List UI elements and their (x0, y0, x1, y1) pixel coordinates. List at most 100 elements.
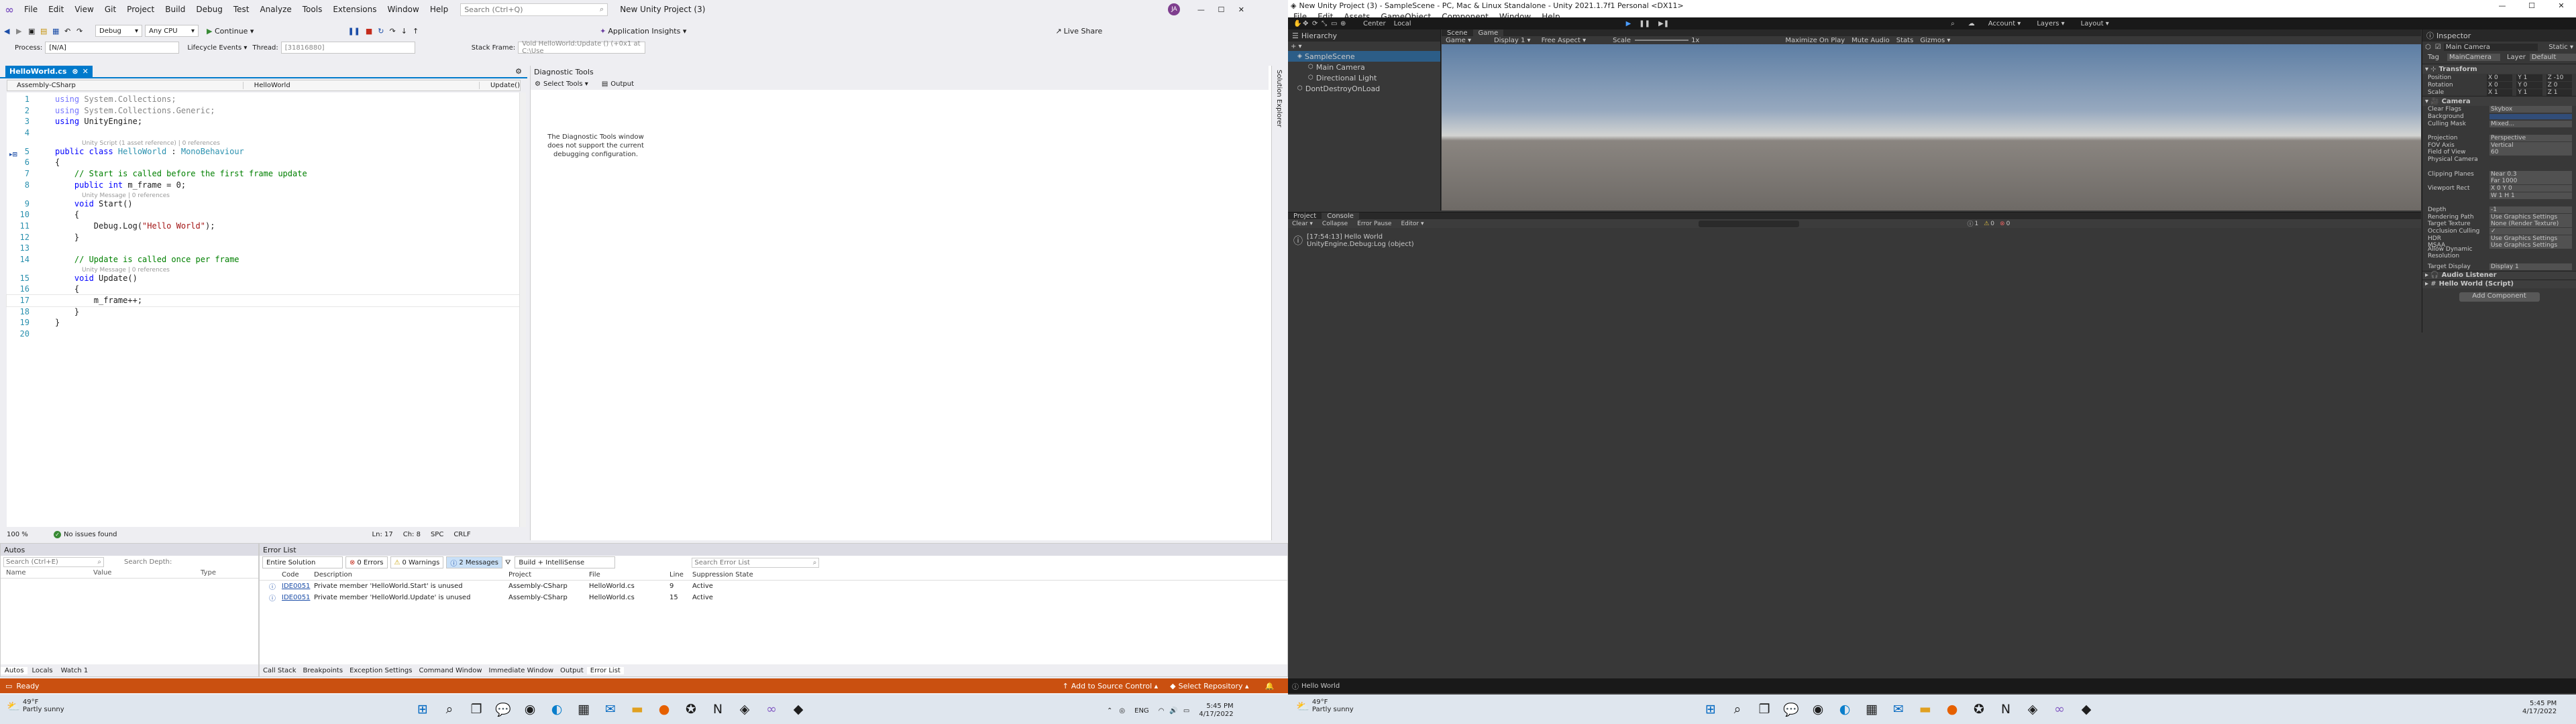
camera-field-value[interactable] (2489, 114, 2572, 120)
menu-item-window[interactable]: Window (382, 5, 425, 14)
build-select[interactable]: Build + IntelliSense (515, 556, 616, 568)
task-view-icon[interactable]: ❐ (463, 696, 490, 723)
pause-button[interactable]: ❚❚ (1639, 20, 1650, 27)
error-row[interactable]: ⓘ IDE0051 Private member 'HelloWorld.Start… (260, 581, 1287, 592)
error-column-line[interactable]: Line (667, 571, 690, 579)
error-column-file[interactable]: File (587, 571, 667, 579)
camera-field-value[interactable]: Use Graphics Settings (2489, 235, 2572, 242)
account-dropdown[interactable]: Account ▾ (1988, 20, 2021, 27)
live-share-button[interactable]: Live Share (1064, 27, 1103, 36)
scale-tool-icon[interactable]: ⤡ (1322, 20, 1331, 27)
camera-field-value[interactable]: X 0 Y 0 (2489, 184, 2572, 192)
tag-dropdown[interactable]: MainCamera (2447, 53, 2500, 61)
windows-start-icon[interactable]: ⊞ (1697, 696, 1724, 723)
transform-field[interactable]: Y 1 (2516, 74, 2542, 81)
transform-field[interactable]: Z -10 (2546, 74, 2573, 81)
file-explorer-icon[interactable]: ▬ (1912, 696, 1939, 723)
solution-explorer-sidebar[interactable]: Solution Explorer (1271, 66, 1287, 540)
error-row[interactable]: ⓘ IDE0051 Private member 'HelloWorld.Updat… (260, 592, 1287, 603)
chrome-icon[interactable]: ◉ (517, 696, 543, 723)
error-column-code[interactable]: Code (280, 571, 312, 579)
clock[interactable]: 5:45 PM 4/17/2022 (1199, 703, 1233, 719)
mail-icon[interactable]: ✉ (1885, 696, 1912, 723)
hierarchy-item[interactable]: ⬡ DontDestroyOnLoad (1288, 83, 1440, 94)
output-tab[interactable]: Output (610, 80, 634, 88)
hierarchy-item[interactable]: ⬡ Directional Light (1288, 72, 1440, 83)
notification-icon[interactable]: 🔔 (1265, 682, 1275, 690)
tab-error-list[interactable]: Error List (586, 666, 624, 674)
store-icon[interactable]: ▦ (1858, 696, 1885, 723)
object-name-field[interactable]: Main Camera (2443, 43, 2538, 51)
firefox-icon[interactable]: ● (651, 696, 678, 723)
camera-field-value[interactable]: ✓ (2489, 228, 2572, 235)
menu-item-tools[interactable]: Tools (297, 5, 328, 14)
stack-frame-select[interactable]: Void HelloWorld:Update () (+0x1 at C:\Us… (518, 40, 646, 55)
search-icon[interactable]: ⌕ (436, 696, 463, 723)
menu-item-view[interactable]: View (69, 5, 99, 14)
menu-item-test[interactable]: Test (228, 5, 255, 14)
stats-button[interactable]: Stats (1896, 37, 1914, 44)
console-entry[interactable]: ⓘ [17:54:13] Hello World UnityEngine.Deb… (1288, 233, 2421, 248)
transform-header[interactable]: ▾ ⊹ Transform (2422, 64, 2576, 74)
chat-icon[interactable]: 💬 (1778, 696, 1805, 723)
menu-item-debug[interactable]: Debug (191, 5, 227, 14)
collapse-toggle[interactable]: Collapse (1322, 221, 1348, 227)
layers-dropdown[interactable]: Layers ▾ (2037, 20, 2064, 27)
error-search-input[interactable]: Search Error List ⌕ (692, 557, 820, 568)
error-pause-toggle[interactable]: Error Pause (1357, 221, 1391, 227)
visual-studio-icon[interactable]: ∞ (2046, 696, 2073, 723)
mail-icon[interactable]: ✉ (597, 696, 624, 723)
tab-locals[interactable]: Locals (28, 667, 56, 674)
clock[interactable]: 5:45 PM 4/17/2022 (2522, 700, 2557, 716)
forward-icon[interactable]: ▶ (16, 27, 28, 36)
add-source-control[interactable]: Add to Source Control ▴ (1071, 682, 1158, 690)
menu-item-analyze[interactable]: Analyze (254, 5, 297, 14)
tab-output[interactable]: Output (557, 667, 587, 674)
clear-button[interactable]: Clear ▾ (1292, 221, 1313, 227)
camera-field-value[interactable]: W 1 H 1 (2489, 192, 2572, 199)
camera-field-value[interactable]: Display 1 (2489, 263, 2572, 271)
select-tools-button[interactable]: Select Tools ▾ (543, 80, 588, 88)
camera-field-value[interactable]: Skybox (2489, 106, 2572, 113)
member-dropdown[interactable]: Update() (480, 82, 520, 89)
play-button[interactable]: ▶ (1626, 20, 1631, 27)
thread-select[interactable]: [31816880] (280, 42, 415, 54)
camera-field-value[interactable]: 60 (2489, 149, 2572, 156)
pin-icon[interactable]: ⊗ (72, 67, 78, 76)
tab-command-window[interactable]: Command Window (416, 667, 486, 674)
editor-scrollbar[interactable] (519, 93, 526, 527)
store-icon[interactable]: ▦ (570, 696, 597, 723)
camera-field-value[interactable]: Mixed... (2489, 120, 2572, 127)
app-insights-button[interactable]: Application Insights ▾ (608, 27, 686, 36)
project-dropdown[interactable]: Assembly-CSharp (7, 82, 244, 89)
menu-item-edit[interactable]: Edit (43, 5, 69, 14)
menu-item-file[interactable]: File (19, 5, 43, 14)
error-code[interactable]: IDE0051 (280, 583, 312, 590)
menu-item-help[interactable]: Help (425, 5, 453, 14)
messages-filter[interactable]: ⓘ 2 Messages (446, 556, 502, 568)
autos-search-input[interactable]: Search (Ctrl+E) ⌕ (3, 556, 104, 567)
task-view-icon[interactable]: ❐ (1751, 696, 1778, 723)
rotate-tool-icon[interactable]: ⟳ (1312, 20, 1322, 27)
transform-field[interactable]: X 0 (2486, 74, 2513, 81)
issues-status[interactable]: No issues found (64, 531, 117, 538)
camera-field-value[interactable]: Vertical (2489, 141, 2572, 149)
search-icon[interactable]: ⌕ (1724, 696, 1751, 723)
display-dropdown[interactable]: Display 1 ▾ (1494, 37, 1531, 44)
active-checkbox[interactable]: ☑ (2435, 44, 2441, 51)
weather-widget[interactable]: ⛅ 49°F Partly sunny (7, 699, 64, 713)
pause-icon[interactable]: ❚❚ (347, 27, 360, 36)
avatar[interactable]: JA (1168, 3, 1181, 15)
select-repository[interactable]: Select Repository ▴ (1179, 682, 1249, 690)
chevron-up-icon[interactable]: ⌃ (1107, 707, 1112, 715)
transform-field[interactable]: Z 0 (2546, 81, 2573, 88)
app-icon[interactable]: ✪ (1966, 696, 1992, 723)
restart-icon[interactable]: ↻ (378, 27, 384, 36)
camera-field-value[interactable]: Near 0.3 (2489, 170, 2572, 178)
camera-field-value[interactable]: Use Graphics Settings (2489, 242, 2572, 249)
menu-item-project[interactable]: Project (121, 5, 160, 14)
tab-project[interactable]: Project (1288, 213, 1322, 220)
maximize-on-play[interactable]: Maximize On Play (1785, 37, 1845, 44)
hierarchy-item[interactable]: ⬡ Main Camera (1288, 62, 1440, 72)
continue-button[interactable]: ▶ Continue ▾ (207, 27, 254, 36)
